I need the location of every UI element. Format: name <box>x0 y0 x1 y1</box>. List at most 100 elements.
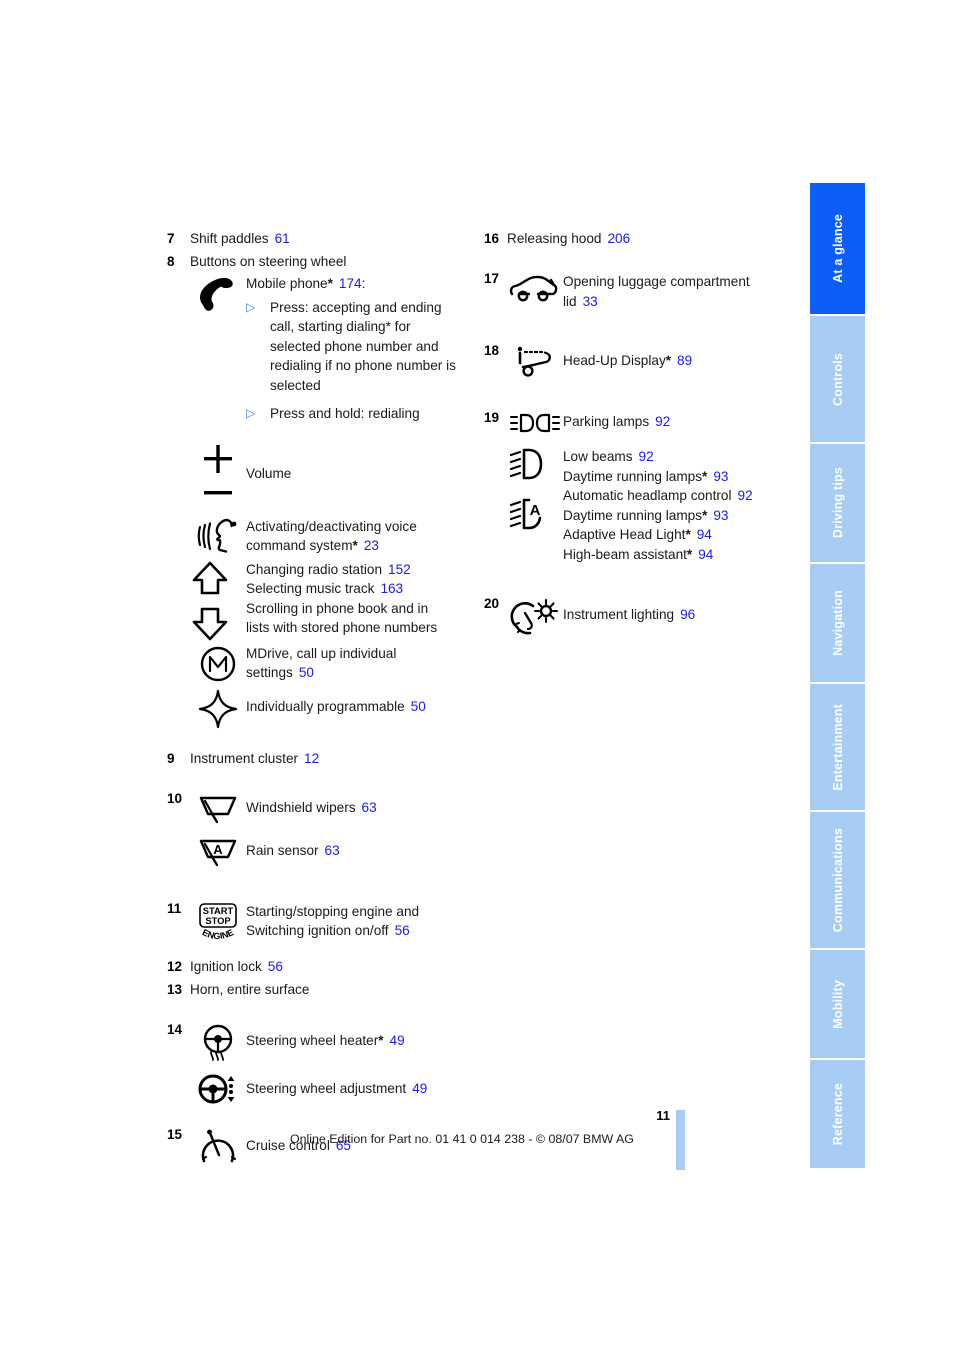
svg-text:STOP: STOP <box>205 915 230 926</box>
right-column: 16 Releasing hood 206 17 Opening luggage… <box>484 228 784 639</box>
page-ref[interactable]: 206 <box>607 231 630 246</box>
beam-line-label: High-beam assistant <box>563 546 687 562</box>
triangle-bullet-icon: ▷ <box>246 406 256 420</box>
page-ref[interactable]: 63 <box>362 800 377 815</box>
triangle-bullet-icon: ▷ <box>246 299 256 314</box>
page-ref[interactable]: 174 <box>339 276 362 291</box>
sidebar-tab-label: Entertainment <box>830 703 845 791</box>
subitem-hud: Head-Up Display* 89 <box>507 343 784 378</box>
start-stop-label: Starting/stopping engine and Switching i… <box>246 903 420 939</box>
list-item-steering-wheel-buttons: 8 Buttons on steering wheel <box>167 251 467 272</box>
item-number: 17 <box>484 271 500 286</box>
page-ref[interactable]: 89 <box>677 353 692 368</box>
sidebar-tab-label: Controls <box>830 352 845 406</box>
parking-lamps-icon <box>507 410 563 435</box>
beam-icons: A <box>507 447 563 543</box>
beam-line: Automatic headlamp control 92 <box>563 486 784 506</box>
page-ref[interactable]: 50 <box>411 699 426 714</box>
bullet-text: Press: accepting and ending call, starti… <box>270 299 456 393</box>
page-ref[interactable]: 92 <box>655 414 670 429</box>
item-label: Instrument cluster 12 <box>190 750 320 766</box>
wheel-heater-label: Steering wheel heater* 49 <box>246 1032 405 1048</box>
sidebar-tab-label: Driving tips <box>830 467 845 539</box>
sidebar-tab-label: Communications <box>830 827 845 933</box>
sidebar-tab-mobility[interactable]: Mobility <box>810 950 865 1060</box>
sidebar-tab-controls[interactable]: Controls <box>810 316 865 444</box>
hud-label: Head-Up Display* 89 <box>563 353 693 368</box>
voice-command-icon <box>190 517 246 554</box>
page-ref[interactable]: 96 <box>680 607 695 622</box>
page-ref[interactable]: 163 <box>380 581 403 596</box>
page-ref[interactable]: 93 <box>713 469 728 484</box>
page-ref[interactable]: 94 <box>697 527 712 542</box>
subitem-steering-wheel-heater: Steering wheel heater* 49 <box>190 1022 467 1063</box>
programmable-label: Individually programmable 50 <box>246 698 426 714</box>
steering-wheel-adjustment-icon <box>190 1072 246 1105</box>
page-ref[interactable]: 93 <box>713 508 728 523</box>
sidebar-tab-driving-tips[interactable]: Driving tips <box>810 444 865 564</box>
optional-equipment-star: * <box>702 507 708 523</box>
rain-sensor-icon: A <box>190 834 246 869</box>
item-number: 9 <box>167 750 175 766</box>
page-ref[interactable]: 33 <box>583 294 598 309</box>
list-item-steering-wheel: 14 Steering wheel heater* 49 Steering wh… <box>167 1022 467 1105</box>
list-item-instrument-cluster: 9 Instrument cluster 12 <box>167 748 467 769</box>
voice-command-label: Activating/deactivating voice command sy… <box>246 518 417 554</box>
manual-page: At a glance Controls Driving tips Navigatio… <box>0 0 954 1350</box>
item-number: 10 <box>167 790 183 806</box>
page-ref[interactable]: 50 <box>299 665 314 680</box>
subitem-start-stop-engine: START STOP ENGINE Starting/stopping engi… <box>190 901 467 944</box>
list-item-shift-paddles: 7 Shift paddles 61 <box>167 228 467 249</box>
subitem-parking-lamps: Parking lamps 92 <box>507 410 784 435</box>
page-ref[interactable]: 23 <box>364 538 379 553</box>
item-number: 18 <box>484 343 500 358</box>
beam-line-label: Daytime running lamps <box>563 468 703 484</box>
arrow-up-down-icons <box>190 560 246 641</box>
subitem-steering-wheel-adjustment: Steering wheel adjustment 49 <box>190 1072 467 1105</box>
cruise-control-icon <box>190 1127 246 1168</box>
left-column: 7 Shift paddles 61 8 Buttons on steering … <box>167 228 467 1170</box>
mdrive-label: MDrive, call up individual settings 50 <box>246 645 397 681</box>
beam-line: Daytime running lamps* 93 <box>563 467 784 487</box>
sidebar-tab-reference[interactable]: Reference <box>810 1060 865 1168</box>
item-number: 16 <box>484 231 500 246</box>
list-item-ignition-lock: 12 Ignition lock 56 <box>167 956 467 977</box>
page-ref[interactable]: 92 <box>738 488 753 503</box>
sidebar-tab-label: Navigation <box>830 590 845 656</box>
page-ref[interactable]: 56 <box>268 959 283 974</box>
subitem-rain-sensor: A Rain sensor 63 <box>190 834 467 869</box>
sidebar-tab-label: At a glance <box>830 214 845 283</box>
page-ref[interactable]: 152 <box>388 562 411 577</box>
sidebar-tab-communications[interactable]: Communications <box>810 812 865 950</box>
subitem-mdrive: MDrive, call up individual settings 50 <box>190 644 467 683</box>
optional-equipment-star: * <box>352 538 358 553</box>
optional-equipment-star: * <box>685 527 691 542</box>
page-ref[interactable]: 49 <box>412 1081 427 1096</box>
sidebar-tab-navigation[interactable]: Navigation <box>810 564 865 684</box>
page-ref[interactable]: 63 <box>325 843 340 858</box>
volume-label: Volume <box>246 465 292 481</box>
optional-equipment-star: * <box>378 1032 384 1048</box>
sidebar-tab-at-a-glance[interactable]: At a glance <box>810 183 865 316</box>
page-ref[interactable]: 12 <box>304 751 319 766</box>
sidebar-tab-label: Mobility <box>830 979 845 1029</box>
beam-line: Low beams 92 <box>563 447 784 467</box>
list-item-wipers: 10 Windshield wipers 63 A Rain sensor 63 <box>167 791 467 869</box>
subitem-beams: A Low beams 92 Daytime running lamps* 93 Aut… <box>507 447 784 564</box>
svg-text:A: A <box>530 502 541 519</box>
wipers-label: Windshield wipers 63 <box>246 799 377 815</box>
item-label: Buttons on steering wheel <box>190 254 347 269</box>
page-ref[interactable]: 92 <box>639 449 654 464</box>
page-ref[interactable]: 94 <box>698 547 713 562</box>
page-ref[interactable]: 61 <box>275 231 290 246</box>
sidebar-tab-entertainment[interactable]: Entertainment <box>810 684 865 812</box>
page-ref[interactable]: 49 <box>390 1033 405 1048</box>
head-up-display-icon <box>507 343 563 378</box>
instrument-lighting-icon <box>507 596 563 637</box>
footer-accent-bar <box>676 1110 685 1170</box>
bullet-text: Press and hold: redialing <box>270 406 420 421</box>
list-item-head-up-display: 18 Head-Up Display* 89 <box>484 343 784 378</box>
page-ref[interactable]: 56 <box>395 923 410 938</box>
item-label: Horn, entire surface <box>190 981 310 997</box>
page-number: 11 <box>656 1108 670 1123</box>
